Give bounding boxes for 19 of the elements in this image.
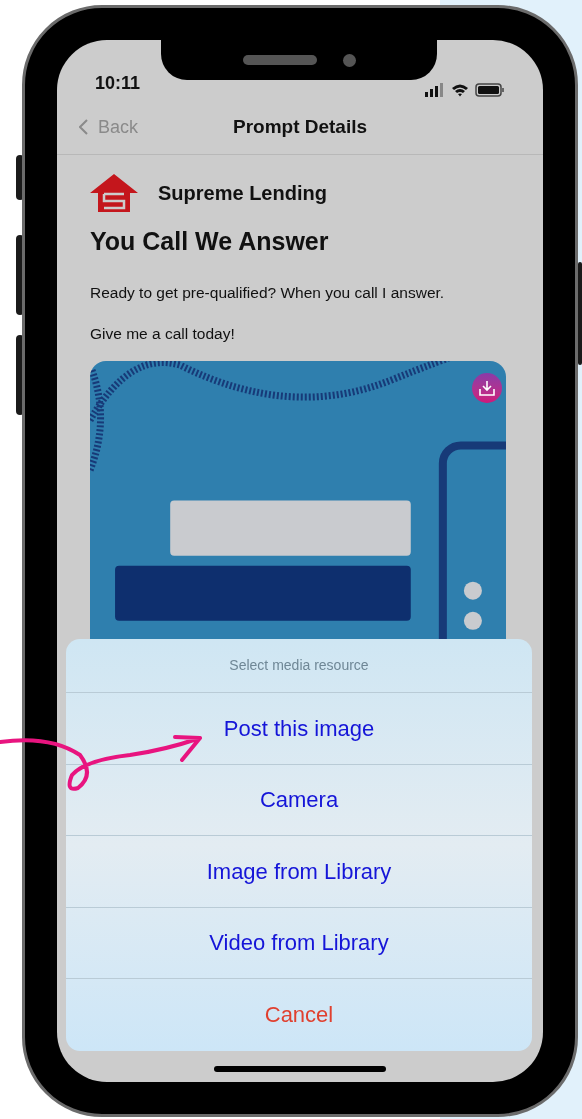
- camera-icon: [342, 53, 356, 67]
- house-logo-icon: [90, 173, 138, 212]
- chevron-left-icon: [79, 119, 88, 135]
- status-time: 10:11: [95, 72, 141, 95]
- brand-name: Supreme Lending: [158, 180, 327, 206]
- prompt-text: Give me a call today!: [90, 323, 236, 344]
- speaker-icon: [242, 55, 317, 65]
- action-sheet-option[interactable]: Post this image: [66, 693, 532, 765]
- action-sheet-title: Select media resource: [229, 656, 369, 675]
- download-icon: [479, 380, 495, 396]
- action-sheet-option[interactable]: Video from Library: [66, 907, 532, 979]
- nav-title: Prompt Details: [232, 114, 368, 139]
- prompt-title: You Call We Answer: [90, 226, 330, 257]
- signal-icon: [425, 83, 445, 97]
- action-sheet-option[interactable]: Image from Library: [66, 836, 532, 908]
- action-sheet-option[interactable]: Camera: [66, 764, 532, 836]
- battery-icon: [475, 83, 505, 97]
- prompt-text: Ready to get pre-qualified? When you call I answer.: [90, 282, 446, 303]
- wifi-icon: [451, 83, 469, 97]
